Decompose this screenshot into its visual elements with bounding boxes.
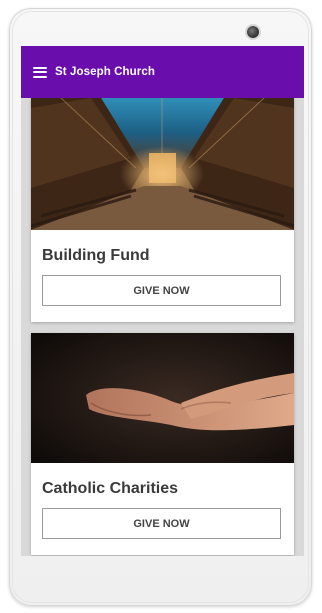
hamburger-menu-icon[interactable] — [33, 66, 47, 78]
card-title: Catholic Charities — [42, 480, 179, 497]
helping-hands-image — [31, 333, 294, 463]
donation-card-catholic-charities: Catholic Charities GIVE NOW — [31, 333, 294, 555]
app-bar: St Joseph Church — [21, 46, 304, 98]
card-title: Building Fund — [42, 247, 150, 264]
front-camera-icon — [247, 26, 259, 38]
app-title: St Joseph Church — [55, 66, 156, 78]
give-now-button[interactable]: GIVE NOW — [42, 508, 281, 539]
donation-card-building-fund: Building Fund GIVE NOW — [31, 98, 294, 322]
app-screen: St Joseph Church Building Fund GIVE NOW … — [21, 46, 304, 556]
church-interior-image — [31, 98, 294, 230]
give-now-button[interactable]: GIVE NOW — [42, 275, 281, 306]
